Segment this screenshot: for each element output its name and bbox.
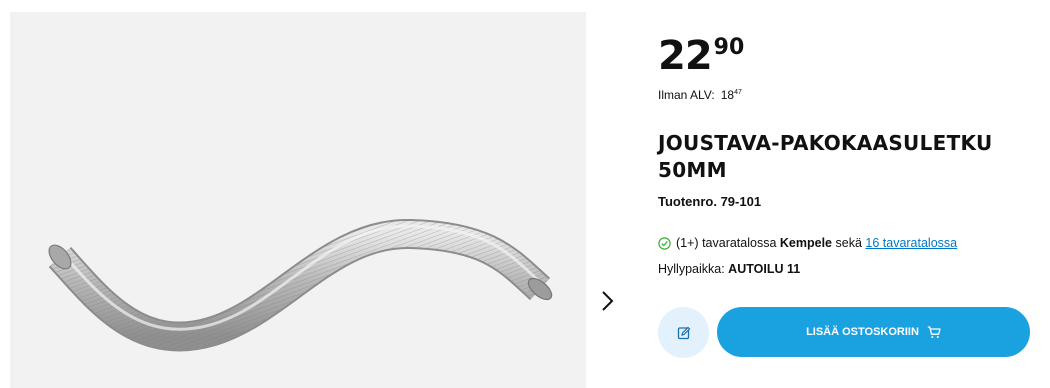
shelf-value: AUTOILU 11	[728, 262, 801, 276]
stock-store-name: Kempele	[779, 236, 833, 250]
product-image-gallery	[10, 12, 586, 388]
chevron-right-icon	[602, 291, 614, 311]
product-title: JOUSTAVA-PAKOKAASULETKU 50MM	[658, 131, 993, 182]
price-decimals: 90	[713, 35, 745, 60]
stock-text: tavaratalossa	[702, 236, 777, 250]
cart-icon	[927, 325, 941, 339]
gallery-next-button[interactable]	[594, 286, 620, 316]
product-sku: Tuotenro. 79-101	[658, 194, 762, 209]
shelf-label: Hyllypaikka:	[658, 262, 725, 276]
edit-note-icon	[677, 326, 690, 339]
shelf-location: Hyllypaikka: AUTOILU 11	[658, 262, 800, 276]
vat-integer: 18	[720, 88, 735, 102]
vat-decimals: 47	[734, 89, 742, 96]
product-image	[48, 218, 553, 352]
vat-label: Ilman ALV:	[658, 88, 715, 102]
add-to-cart-button[interactable]: LISÄÄ OSTOSKORIIN	[717, 307, 1030, 357]
stock-count: (1+)	[676, 236, 699, 250]
check-circle-icon	[658, 236, 671, 250]
stock-joiner: sekä	[835, 236, 862, 250]
stock-availability: (1+) tavaratalossa Kempele sekä 16 tavar…	[658, 236, 957, 250]
other-stores-link[interactable]: 16 tavaratalossa	[865, 236, 957, 250]
price-without-vat: Ilman ALV: 18 47	[658, 88, 742, 102]
add-note-button[interactable]	[658, 307, 709, 358]
price-integer: 22	[658, 33, 713, 79]
price: 22 90	[658, 36, 744, 76]
add-to-cart-label: LISÄÄ OSTOSKORIIN	[806, 326, 919, 338]
